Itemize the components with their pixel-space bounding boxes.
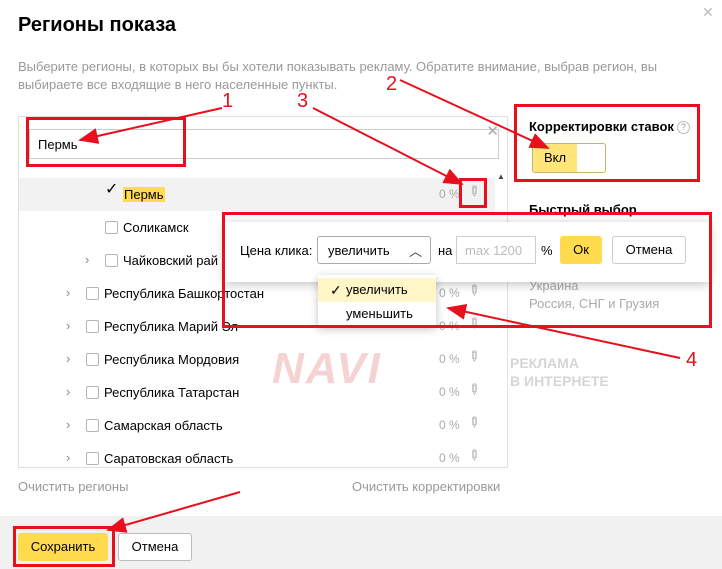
arrow-save (106, 491, 241, 533)
arrow-2 (399, 79, 550, 149)
arrow-3 (312, 107, 464, 185)
arrow-1 (78, 107, 223, 144)
annotation-arrows (78, 79, 681, 533)
arrow-4 (446, 303, 681, 359)
